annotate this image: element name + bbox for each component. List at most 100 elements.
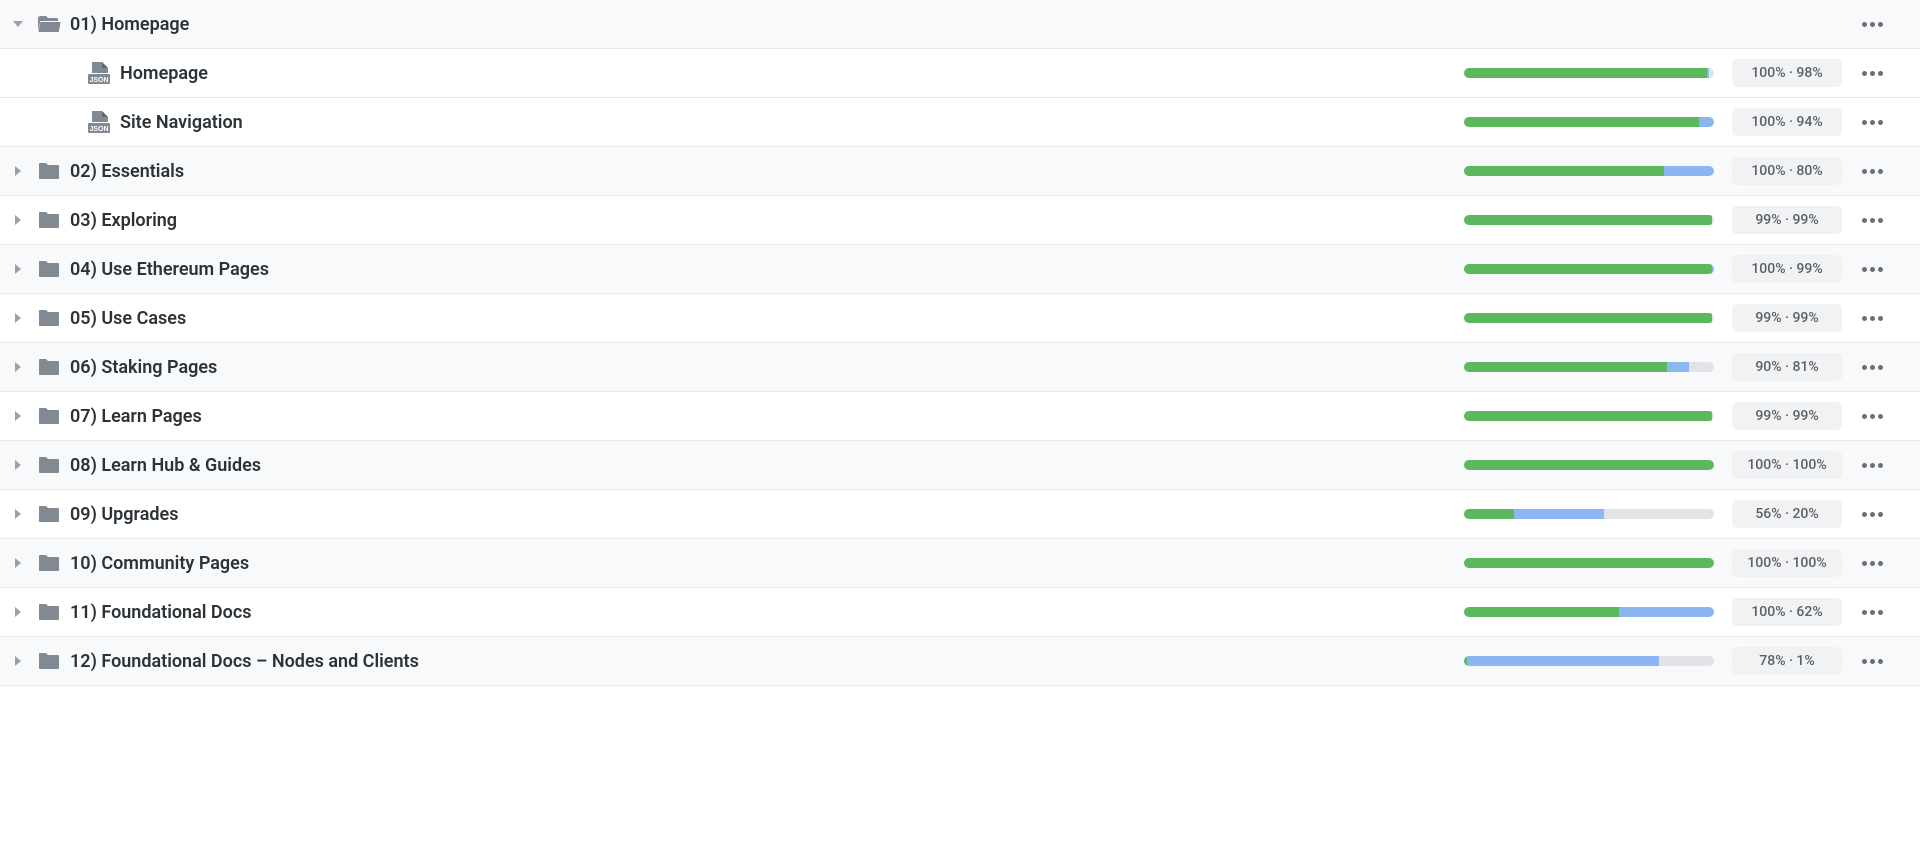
expand-toggle[interactable]	[0, 411, 36, 421]
item-name[interactable]: 11) Foundational Docs	[70, 602, 1454, 623]
progress-translated-segment	[1699, 117, 1714, 127]
more-horizontal-icon	[1862, 610, 1883, 615]
row-menu-button[interactable]	[1842, 267, 1902, 272]
more-horizontal-icon	[1862, 561, 1883, 566]
chevron-right-icon	[15, 411, 21, 421]
progress-approved-segment	[1464, 313, 1712, 323]
more-horizontal-icon	[1862, 169, 1883, 174]
svg-text:JSON: JSON	[89, 126, 108, 133]
row-menu-button[interactable]	[1842, 659, 1902, 664]
progress-approved-segment	[1464, 68, 1707, 78]
json-file-icon: JSON	[86, 111, 120, 133]
expand-toggle[interactable]	[0, 558, 36, 568]
row-menu-button[interactable]	[1842, 120, 1902, 125]
item-name[interactable]: 09) Upgrades	[70, 504, 1454, 525]
progress-stats: 100% · 94%	[1732, 108, 1842, 136]
item-name[interactable]: 01) Homepage	[70, 14, 1454, 35]
folder-icon	[36, 553, 70, 573]
progress-approved-segment	[1464, 166, 1664, 176]
expand-toggle[interactable]	[0, 607, 36, 617]
folder-icon	[36, 504, 70, 524]
progress-bar	[1454, 656, 1724, 666]
progress-bar	[1454, 68, 1724, 78]
chevron-right-icon	[15, 313, 21, 323]
expand-toggle[interactable]	[0, 166, 36, 176]
progress-approved-segment	[1464, 362, 1667, 372]
folder-row: 06) Staking Pages90% · 81%	[0, 343, 1920, 392]
row-menu-button[interactable]	[1842, 463, 1902, 468]
folder-row: 03) Exploring 99% · 99%	[0, 196, 1920, 245]
progress-bar	[1454, 607, 1724, 617]
folder-row: 08) Learn Hub & Guides100% · 100%	[0, 441, 1920, 490]
progress-stats: 100% · 80%	[1732, 157, 1842, 185]
item-name[interactable]: Homepage	[120, 63, 1454, 84]
progress-approved-segment	[1464, 264, 1712, 274]
chevron-right-icon	[15, 264, 21, 274]
item-name[interactable]: 04) Use Ethereum Pages	[70, 259, 1454, 280]
chevron-right-icon	[15, 215, 21, 225]
item-name[interactable]: 08) Learn Hub & Guides	[70, 455, 1454, 476]
progress-approved-segment	[1464, 215, 1712, 225]
item-name[interactable]: 10) Community Pages	[70, 553, 1454, 574]
row-menu-button[interactable]	[1842, 610, 1902, 615]
folder-icon	[36, 357, 70, 377]
json-file-icon: JSON	[86, 62, 120, 84]
chevron-right-icon	[15, 607, 21, 617]
row-menu-button[interactable]	[1842, 218, 1902, 223]
progress-bar	[1454, 509, 1724, 519]
item-name[interactable]: 07) Learn Pages	[70, 406, 1454, 427]
chevron-down-icon	[13, 21, 23, 27]
folder-row: 11) Foundational Docs 100% · 62%	[0, 588, 1920, 637]
expand-toggle[interactable]	[0, 264, 36, 274]
more-horizontal-icon	[1862, 512, 1883, 517]
item-name[interactable]: 03) Exploring	[70, 210, 1454, 231]
expand-toggle[interactable]	[0, 215, 36, 225]
item-name[interactable]: 12) Foundational Docs – Nodes and Client…	[70, 651, 1454, 672]
progress-bar	[1454, 362, 1724, 372]
folder-row: 10) Community Pages100% · 100%	[0, 539, 1920, 588]
row-menu-button[interactable]	[1842, 561, 1902, 566]
progress-bar	[1454, 215, 1724, 225]
row-menu-button[interactable]	[1842, 22, 1902, 27]
folder-open-icon	[36, 14, 70, 34]
file-tree: 01) HomepageJSONHomepage100% · 98%JSONSi…	[0, 0, 1920, 686]
expand-toggle[interactable]	[0, 313, 36, 323]
row-menu-button[interactable]	[1842, 365, 1902, 370]
progress-bar	[1454, 460, 1724, 470]
more-horizontal-icon	[1862, 218, 1883, 223]
item-name[interactable]: 06) Staking Pages	[70, 357, 1454, 378]
expand-toggle[interactable]	[0, 362, 36, 372]
folder-icon	[36, 308, 70, 328]
folder-row: 01) Homepage	[0, 0, 1920, 49]
more-horizontal-icon	[1862, 659, 1883, 664]
item-name[interactable]: Site Navigation	[120, 112, 1454, 133]
progress-stats: 99% · 99%	[1732, 206, 1842, 234]
progress-approved-segment	[1464, 558, 1714, 568]
chevron-right-icon	[15, 166, 21, 176]
progress-stats: 100% · 98%	[1732, 59, 1842, 87]
expand-toggle[interactable]	[0, 21, 36, 27]
row-menu-button[interactable]	[1842, 414, 1902, 419]
item-name[interactable]: 02) Essentials	[70, 161, 1454, 182]
more-horizontal-icon	[1862, 22, 1883, 27]
row-menu-button[interactable]	[1842, 169, 1902, 174]
folder-icon	[36, 602, 70, 622]
progress-translated-segment	[1619, 607, 1714, 617]
progress-bar	[1454, 313, 1724, 323]
row-menu-button[interactable]	[1842, 316, 1902, 321]
expand-toggle[interactable]	[0, 509, 36, 519]
item-name[interactable]: 05) Use Cases	[70, 308, 1454, 329]
folder-row: 07) Learn Pages 99% · 99%	[0, 392, 1920, 441]
more-horizontal-icon	[1862, 463, 1883, 468]
expand-toggle[interactable]	[0, 460, 36, 470]
progress-translated-segment	[1707, 68, 1710, 78]
progress-stats: 100% · 62%	[1732, 598, 1842, 626]
progress-translated-segment	[1667, 362, 1690, 372]
row-menu-button[interactable]	[1842, 512, 1902, 517]
row-menu-button[interactable]	[1842, 71, 1902, 76]
progress-stats: 99% · 99%	[1732, 402, 1842, 430]
folder-icon	[36, 406, 70, 426]
expand-toggle[interactable]	[0, 656, 36, 666]
chevron-right-icon	[15, 656, 21, 666]
progress-approved-segment	[1464, 509, 1514, 519]
